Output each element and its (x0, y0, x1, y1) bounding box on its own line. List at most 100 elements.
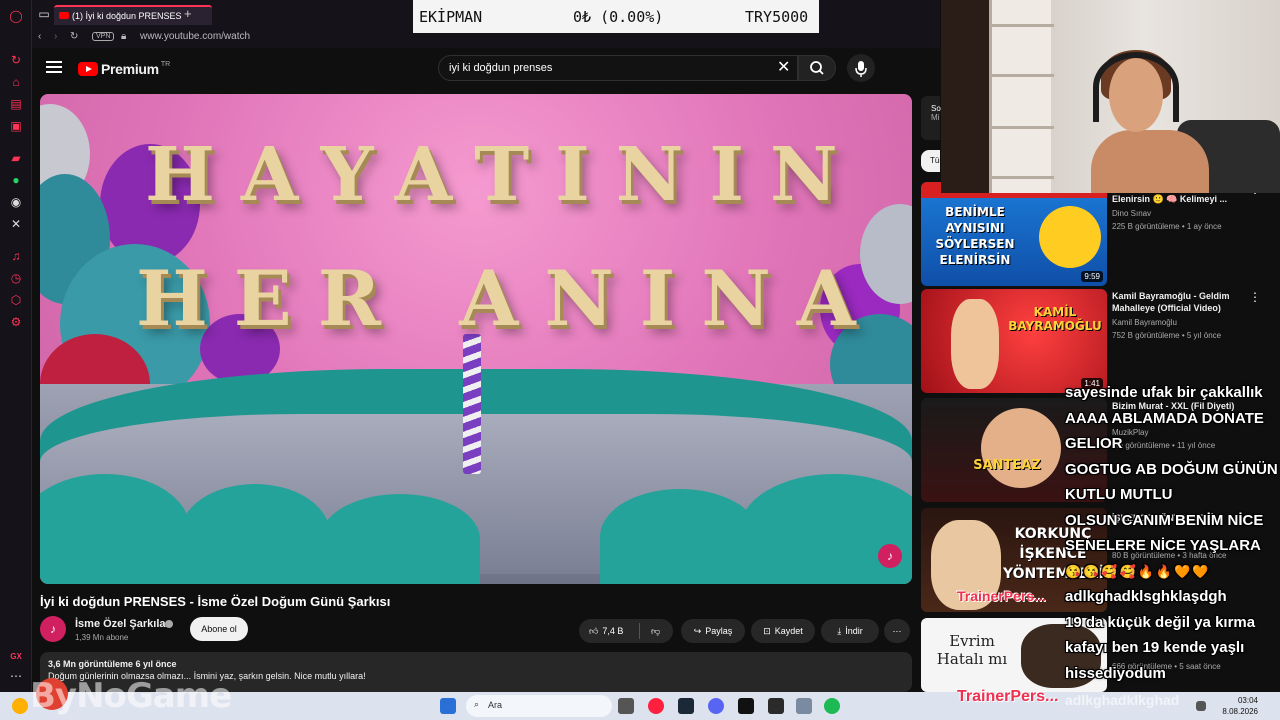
tab-switcher-icon[interactable]: ▭ (36, 6, 52, 22)
chat-line: sayesinde ufak bir çakkallık (1065, 384, 1263, 401)
related-meta-1: 225 B görüntüleme • 1 ay önce (1112, 222, 1222, 231)
frosting-3 (320, 494, 480, 584)
channel-name[interactable]: İsme Özel Şarkılar (75, 618, 170, 630)
view-count-and-age: 3,6 Mn görüntüleme 6 yıl önce (48, 659, 177, 669)
gx-corner-label[interactable]: GX (8, 648, 24, 664)
chat-line: kafayı ben 19 kende yaşlı (1065, 639, 1245, 656)
related-title-2[interactable]: Kamil Bayramoğlu - Geldim Mahalleye (Off… (1112, 290, 1247, 314)
opera-gx-logo-icon[interactable]: ◯ (8, 8, 24, 24)
new-tab-button[interactable]: + (184, 6, 192, 21)
sidebar-bag-icon[interactable]: ⌂ (8, 74, 24, 90)
verified-icon (165, 620, 173, 628)
ticker-value: 0₺ (0.00%) (573, 8, 664, 26)
task-view-icon[interactable] (618, 698, 634, 714)
extensions-icon[interactable]: ⬡ (8, 292, 24, 308)
microphone-icon (855, 61, 867, 77)
trainer-watermark-small: TrainerPers... (957, 588, 1046, 604)
youtube-page: Premium TR iyi ki doğdun prenses ✕ HAYAT… (32, 48, 940, 692)
related-channel-2[interactable]: Kamil Bayramoğlu (1112, 318, 1177, 327)
more-actions-button[interactable]: ⋯ (884, 619, 910, 643)
birthday-candle (463, 334, 481, 474)
discord-icon[interactable]: ◉ (8, 194, 24, 210)
related-meta-2: 752 B görüntüleme • 5 yıl önce (1112, 331, 1222, 340)
trainer-watermark: TrainerPers... (957, 688, 1059, 705)
related-title-1[interactable]: Elenirsin 🙂 🧠 Kelimeyi ... (1112, 193, 1247, 205)
clock-time: 03:04 (1237, 696, 1258, 705)
reload-icon[interactable]: ↻ (70, 31, 78, 42)
obs-icon[interactable] (738, 698, 754, 714)
forward-icon[interactable]: › (54, 31, 57, 42)
settings-gear-icon[interactable]: ⚙ (8, 314, 24, 330)
download-label: İndir (845, 626, 863, 636)
share-button[interactable]: ↪ Paylaş (681, 619, 745, 643)
app-icon[interactable] (768, 698, 784, 714)
youtube-country-code: TR (160, 61, 171, 68)
bookshelf (989, 0, 1054, 193)
music-player-icon[interactable]: ♫ (8, 248, 24, 264)
clock-date: 8.08.2026 (1222, 707, 1258, 716)
more-dots-icon: ⋯ (892, 625, 902, 636)
channel-watermark-icon[interactable]: ♪ (878, 544, 902, 568)
like-count[interactable]: 7,4 B (602, 626, 623, 636)
chat-line: hissediyodum (1065, 664, 1166, 682)
video-player[interactable]: HAYATININ HER ANINA ♪ (40, 94, 912, 584)
related-thumb-text-1: BENİMLE AYNISINI SÖYLERSEN ELENİRSİN (935, 205, 1015, 267)
voice-search-button[interactable] (847, 54, 875, 82)
chat-line: OLSUN CANIM BENİM NİCE SENELERE NİCE YAŞ… (1065, 511, 1264, 555)
side-card[interactable]: So Mi (921, 96, 941, 140)
webcam-overlay (941, 0, 1280, 193)
youtube-logo[interactable]: Premium TR (78, 61, 170, 77)
search-input[interactable]: iyi ki doğdun prenses (438, 55, 798, 81)
discord-taskbar-icon[interactable] (708, 698, 724, 714)
menu-button[interactable] (46, 61, 62, 75)
related-channel-1[interactable]: Dino Sınav (1112, 209, 1151, 218)
bynogame-watermark: ByNoGame (30, 676, 232, 716)
sidebar-refresh-icon[interactable]: ↻ (8, 52, 24, 68)
steam-icon[interactable] (678, 698, 694, 714)
frosting-4 (600, 489, 760, 584)
video-duration: 9:59 (1081, 271, 1103, 282)
related-thumbnail-2[interactable]: KAMİL BAYRAMOĞLU 1:41 (921, 289, 1107, 393)
twitch-icon[interactable]: ▰ (8, 150, 24, 166)
spotify-icon[interactable] (824, 698, 840, 714)
chat-line: 19 da küçük değil ya kırma (1065, 613, 1256, 631)
related-thumbnail-1[interactable]: BENİMLE AYNISINI SÖYLERSEN ELENİRSİN 9:5… (921, 182, 1107, 286)
start-button-icon[interactable] (440, 698, 456, 714)
download-button[interactable]: ⤓ İndir (821, 619, 879, 643)
channel-avatar[interactable]: ♪ (40, 616, 66, 642)
ticker-total: TRY5000 (745, 8, 809, 26)
chat-line: adlkghadklsghklaşdgh (1065, 588, 1227, 605)
emoji-face-icon (1039, 206, 1101, 268)
vpn-badge[interactable]: VPN (92, 32, 115, 41)
whatsapp-icon[interactable]: ● (8, 172, 24, 188)
streamer-body (1091, 130, 1209, 193)
filter-chip-all[interactable]: Tüm (921, 150, 946, 172)
more-icon[interactable]: ⋯ (8, 668, 24, 684)
sidebar-media-icon[interactable]: ▣ (8, 118, 24, 134)
like-icon[interactable]: 👍︎ (589, 626, 598, 637)
singer-face (981, 408, 1061, 488)
subscribe-button[interactable]: Abone ol (190, 617, 248, 641)
taskbar-search[interactable]: ⌕ Ara (466, 695, 612, 717)
youtube-logo-text: Premium (101, 61, 159, 77)
save-icon: ⊡ (763, 625, 771, 636)
side-card-title: So (931, 104, 941, 113)
lock-icon[interactable]: 🔒︎ (121, 31, 126, 42)
sidebar-stack-icon[interactable]: ▤ (8, 96, 24, 112)
clear-search-icon[interactable]: ✕ (777, 59, 790, 77)
history-icon[interactable]: ◷ (8, 270, 24, 286)
related-thumb-text-2: KAMİL BAYRAMOĞLU (1008, 305, 1102, 333)
settings-taskbar-icon[interactable] (796, 698, 812, 714)
save-button[interactable]: ⊡ Kaydet (751, 619, 815, 643)
x-icon[interactable]: ✕ (8, 216, 24, 232)
related-menu-2[interactable]: ⋮ (1249, 290, 1261, 304)
network-icon[interactable] (1196, 701, 1206, 711)
dislike-icon[interactable]: 👎︎ (651, 626, 660, 637)
back-icon[interactable]: ‹ (38, 31, 41, 42)
weather-icon[interactable] (12, 698, 28, 714)
taskbar-clock[interactable]: 03:04 8.08.2026 (1218, 695, 1258, 717)
related-thumb-text-3: SANTEAZ (973, 458, 1041, 473)
url-field[interactable]: www.youtube.com/watch (140, 31, 250, 42)
search-button[interactable] (798, 55, 836, 81)
opera-gx-taskbar-icon[interactable] (648, 698, 664, 714)
